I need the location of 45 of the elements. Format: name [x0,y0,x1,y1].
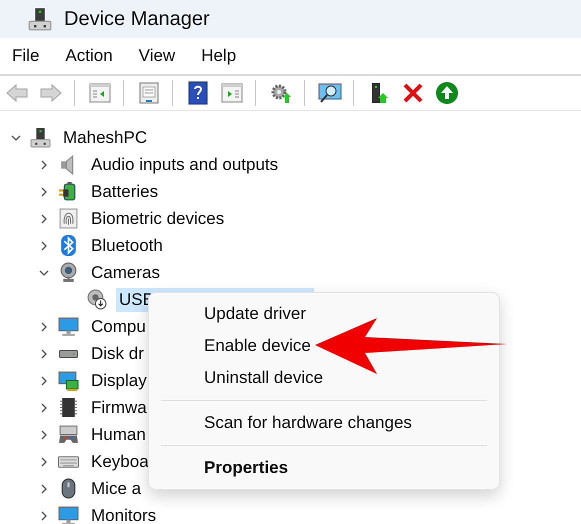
help-icon [186,81,210,105]
tree-item[interactable]: Disk dr [88,342,147,366]
computer-icon [30,127,51,148]
webcam-icon [58,262,79,283]
menu-item[interactable]: Enable device [149,330,499,362]
tree-item[interactable]: Bluetooth [88,234,166,258]
menu-item[interactable]: Action [57,42,121,70]
window-icon [137,81,161,105]
tree-item[interactable]: MaheshPC [60,126,150,150]
tree-item[interactable]: Batteries [88,180,162,204]
tree-item[interactable]: Mice a [88,476,144,500]
app-icon [28,7,52,31]
fingerprint-icon [58,208,79,229]
tree-item[interactable]: Compu [88,314,149,338]
tree-item[interactable]: Display [88,368,150,392]
menu-item[interactable]: Scan for hardware changes [149,407,499,439]
arrow-left-icon [5,81,29,105]
bluetooth-icon [58,235,79,256]
tree-item[interactable]: Keyboa [88,450,152,474]
menu-item[interactable]: Update driver [149,298,499,330]
panel-icon [220,81,244,105]
graphics-card-icon [58,370,79,391]
chip-icon [58,397,79,418]
menu-item[interactable]: View [130,42,184,70]
tree-item[interactable]: Biometric devices [88,206,228,230]
magnifier-monitor-icon [318,81,342,105]
panel-icon [88,81,112,105]
tree-item[interactable]: Monitors [88,504,160,524]
window-title: Device Manager [64,8,210,30]
menu-item[interactable]: Uninstall device [149,362,499,394]
webcam-icon [86,289,107,310]
gamepad-icon [58,424,79,445]
keyboard-icon [58,456,79,468]
arrow-right-icon [39,81,63,105]
disk-drive-icon [58,350,79,358]
tree-item[interactable]: Firmwa [88,396,150,420]
tree-item[interactable]: Human [88,422,149,446]
monitor-icon [58,505,79,524]
menu-item[interactable]: Properties [149,452,499,484]
monitor-icon [58,316,79,337]
menu-item[interactable]: Help [193,42,244,70]
delete-icon [401,81,425,105]
tree-item[interactable]: Audio inputs and outputs [88,152,282,176]
menu-item[interactable]: File [4,42,48,70]
tree-item[interactable]: Cameras [88,260,163,284]
